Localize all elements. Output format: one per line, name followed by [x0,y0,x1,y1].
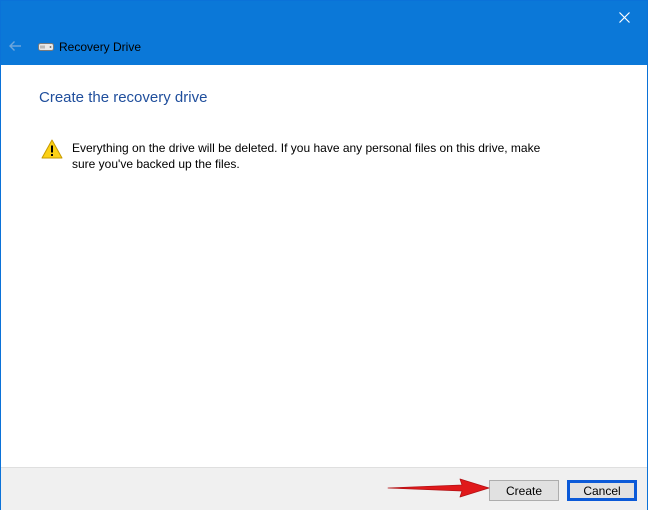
close-button[interactable] [601,1,647,33]
close-icon [618,11,630,23]
drive-icon [38,43,54,51]
warning-message: Everything on the drive will be deleted.… [72,141,541,171]
create-button[interactable]: Create [489,480,559,501]
recovery-drive-window: Recovery Drive Create the recovery drive… [0,0,648,510]
window-title: Recovery Drive [59,40,142,54]
back-button[interactable] [5,36,25,56]
back-arrow-icon [9,41,21,51]
red-arrow-icon [387,478,490,498]
page-heading: Create the recovery drive [39,89,208,106]
cancel-button[interactable]: Cancel [567,480,637,501]
title-bar: Recovery Drive [1,1,647,65]
content-area: Create the recovery drive Everything on … [1,65,647,467]
button-bar: Create Cancel [1,467,647,510]
warning-triangle-icon [41,139,63,159]
